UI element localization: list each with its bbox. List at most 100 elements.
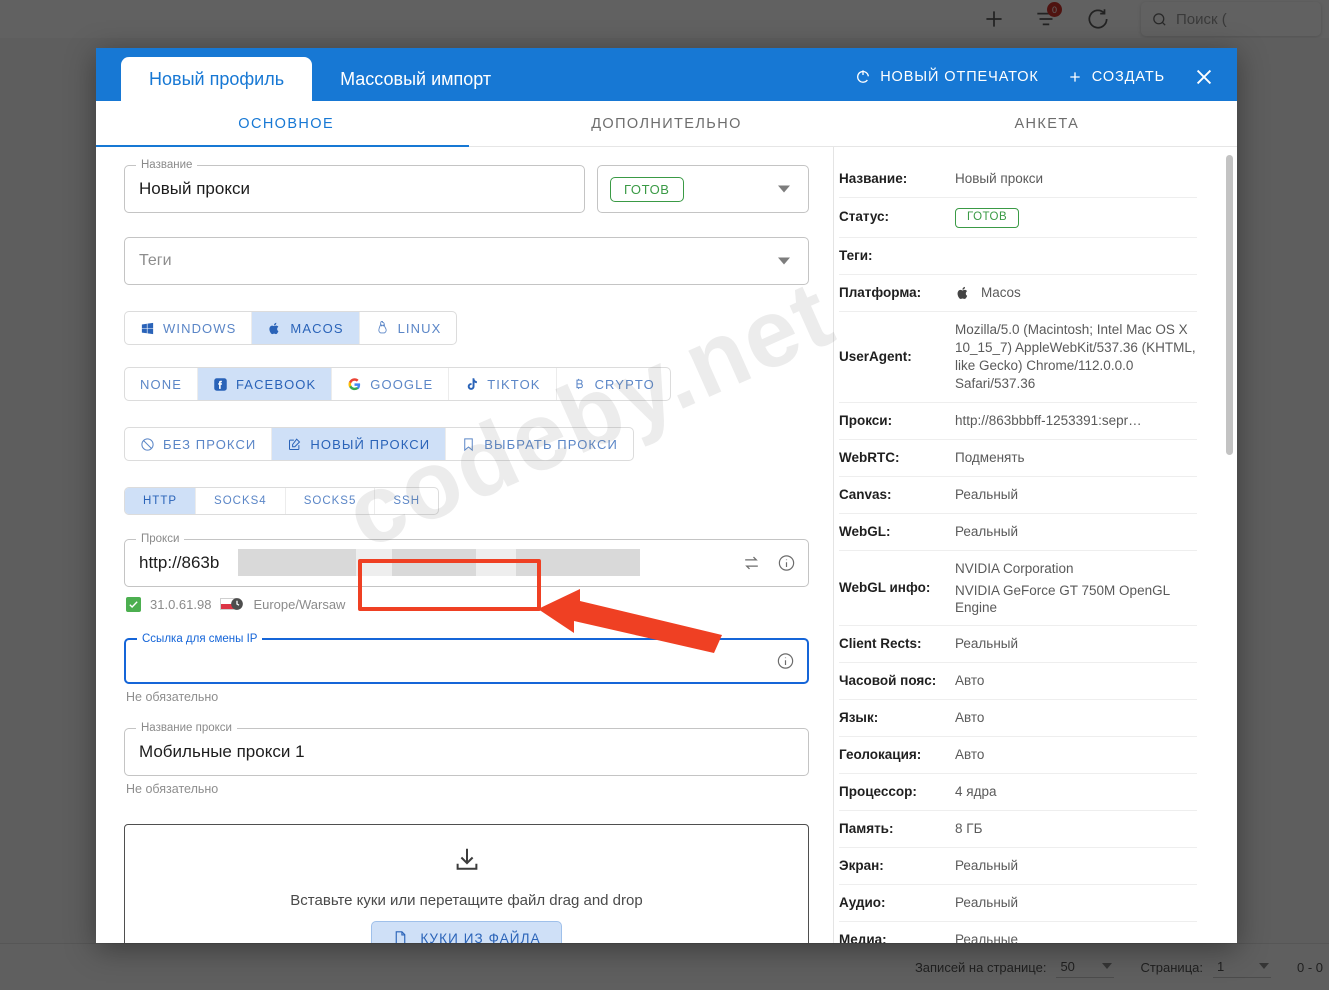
summary-row: Canvas:Реальный (839, 477, 1197, 514)
subtab-additional-label: ДОПОЛНИТЕЛЬНО (591, 116, 742, 132)
info-icon[interactable] (776, 652, 795, 671)
create-button[interactable]: СОЗДАТЬ (1067, 69, 1165, 85)
profile-summary: Название:Новый проксиСтатус:ГОТОВТеги:Пл… (833, 147, 1237, 943)
summary-row-key: WebGL инфо: (839, 579, 955, 597)
proxy-mode-none-label: БЕЗ ПРОКСИ (163, 437, 256, 452)
facebook-icon (213, 377, 228, 392)
summary-row-key: Часовой пояс: (839, 672, 955, 690)
summary-row-value: Авто (955, 709, 984, 727)
status-badge: ГОТОВ (610, 177, 684, 202)
summary-row: Процессор:4 ядра (839, 774, 1197, 811)
subtab-main[interactable]: ОСНОВНОЕ (96, 101, 476, 146)
tab-new-profile[interactable]: Новый профиль (121, 57, 312, 101)
summary-row-key: Теги: (839, 247, 955, 265)
cookie-dropzone[interactable]: Вставьте куки или перетащите файл drag a… (124, 824, 809, 943)
summary-row-key: WebGL: (839, 523, 955, 541)
refresh-circle-icon (855, 69, 871, 85)
scheme-option-socks4-label: SOCKS4 (214, 495, 267, 507)
summary-value-line1: NVIDIA Corporation (955, 560, 1197, 577)
tags-select[interactable]: Теги (124, 237, 809, 285)
apple-icon (267, 321, 282, 336)
google-icon (347, 377, 362, 392)
flag-poland-icon (220, 596, 244, 612)
summary-row: WebRTC:Подменять (839, 440, 1197, 477)
status-select[interactable]: ГОТОВ (597, 165, 809, 213)
status-badge: ГОТОВ (955, 208, 1019, 228)
modal-subtabs: ОСНОВНОЕ ДОПОЛНИТЕЛЬНО АНКЕТА (96, 101, 1237, 147)
cookie-dropzone-text: Вставьте куки или перетащите файл drag a… (290, 892, 642, 909)
cookies-from-file-button[interactable]: КУКИ ИЗ ФАЙЛА (371, 921, 561, 944)
proxy-mode-select[interactable]: ВЫБРАТЬ ПРОКСИ (446, 428, 633, 460)
proxy-url-label: Прокси (136, 532, 184, 546)
os-option-macos[interactable]: MACOS (252, 312, 359, 344)
profile-summary-list: Название:Новый проксиСтатус:ГОТОВТеги:Пл… (839, 161, 1197, 943)
bitcoin-icon (572, 377, 587, 392)
proxy-name-field[interactable]: Название прокси Мобильные прокси 1 (124, 728, 809, 776)
file-icon (392, 930, 409, 944)
modal-body: Название Новый прокси ГОТОВ Теги W (96, 147, 1237, 943)
new-fingerprint-button[interactable]: НОВЫЙ ОТПЕЧАТОК (855, 69, 1039, 85)
scheme-option-socks5[interactable]: SOCKS5 (286, 488, 376, 514)
summary-row: Медиа:Реальные (839, 922, 1197, 944)
social-option-facebook[interactable]: FACEBOOK (198, 368, 332, 400)
os-option-windows[interactable]: WINDOWS (125, 312, 252, 344)
profile-form: Название Новый прокси ГОТОВ Теги W (96, 147, 833, 943)
proxy-mode-none[interactable]: БЕЗ ПРОКСИ (125, 428, 272, 460)
profile-name-label: Название (136, 158, 197, 172)
summary-row-value: Реальный (955, 486, 1018, 504)
proxy-ip-value: 31.0.61.98 (150, 597, 211, 612)
scheme-option-socks5-label: SOCKS5 (304, 495, 357, 507)
summary-row: WebGL инфо:NVIDIA CorporationNVIDIA GeFo… (839, 551, 1197, 626)
summary-row-value: 4 ядра (955, 783, 996, 801)
header-actions: НОВЫЙ ОТПЕЧАТОК СОЗДАТЬ (855, 66, 1237, 101)
proxy-url-field[interactable]: Прокси http://863b (124, 539, 809, 587)
redacted-proxy-credentials (238, 549, 640, 576)
name-status-row: Название Новый прокси ГОТОВ (124, 165, 809, 213)
proxy-url-value: http://863b (139, 553, 219, 573)
scheme-option-ssh[interactable]: SSH (375, 488, 438, 514)
windows-icon (140, 321, 155, 336)
no-proxy-icon (140, 437, 155, 452)
summary-row: Client Rects:Реальный (839, 626, 1197, 663)
subtab-additional[interactable]: ДОПОЛНИТЕЛЬНО (476, 101, 856, 146)
tiktok-icon (464, 377, 479, 392)
summary-row-value: Авто (955, 746, 984, 764)
os-option-windows-label: WINDOWS (163, 321, 236, 336)
swap-icon[interactable] (742, 554, 761, 573)
scheme-option-http[interactable]: HTTP (125, 488, 196, 514)
ip-change-link-label: Ссылка для смены IP (137, 632, 262, 646)
tab-new-profile-label: Новый профиль (149, 69, 284, 90)
social-option-crypto[interactable]: CRYPTO (557, 368, 670, 400)
summary-row: Название:Новый прокси (839, 161, 1197, 198)
social-option-google-label: GOOGLE (370, 377, 433, 392)
ip-change-link-field[interactable]: Ссылка для смены IP (124, 638, 809, 684)
linux-icon (375, 321, 390, 336)
info-icon[interactable] (777, 554, 796, 573)
chevron-down-icon (778, 186, 790, 193)
profile-name-field[interactable]: Название Новый прокси (124, 165, 585, 213)
tags-placeholder: Теги (139, 252, 172, 270)
summary-row: Платформа:Macos (839, 275, 1197, 312)
proxy-mode-new[interactable]: НОВЫЙ ПРОКСИ (272, 428, 446, 460)
proxy-field-actions (742, 554, 796, 573)
social-option-none[interactable]: NONE (125, 368, 198, 400)
social-option-none-label: NONE (140, 377, 182, 392)
social-option-tiktok[interactable]: TIKTOK (449, 368, 556, 400)
chevron-down-icon (778, 258, 790, 265)
scheme-option-ssh-label: SSH (393, 495, 420, 507)
proxy-mode-selector: БЕЗ ПРОКСИ НОВЫЙ ПРОКСИ ВЫБРАТЬ ПРОКСИ (124, 427, 634, 461)
subtab-survey[interactable]: АНКЕТА (857, 101, 1237, 146)
new-profile-modal: Новый профиль Массовый импорт НОВЫЙ ОТПЕ… (96, 48, 1237, 943)
summary-row-value: Авто (955, 672, 984, 690)
close-button[interactable] (1193, 66, 1215, 88)
download-icon (452, 845, 482, 880)
social-option-google[interactable]: GOOGLE (332, 368, 449, 400)
proxy-ip-info: 31.0.61.98 Europe/Warsaw (126, 596, 809, 612)
cookies-from-file-label: КУКИ ИЗ ФАЙЛА (420, 931, 540, 944)
os-selector: WINDOWS MACOS LINUX (124, 311, 457, 345)
summary-scrollbar[interactable] (1226, 155, 1233, 455)
os-option-linux[interactable]: LINUX (360, 312, 457, 344)
tab-bulk-import[interactable]: Массовый импорт (312, 57, 519, 101)
edit-icon (287, 437, 302, 452)
scheme-option-socks4[interactable]: SOCKS4 (196, 488, 286, 514)
